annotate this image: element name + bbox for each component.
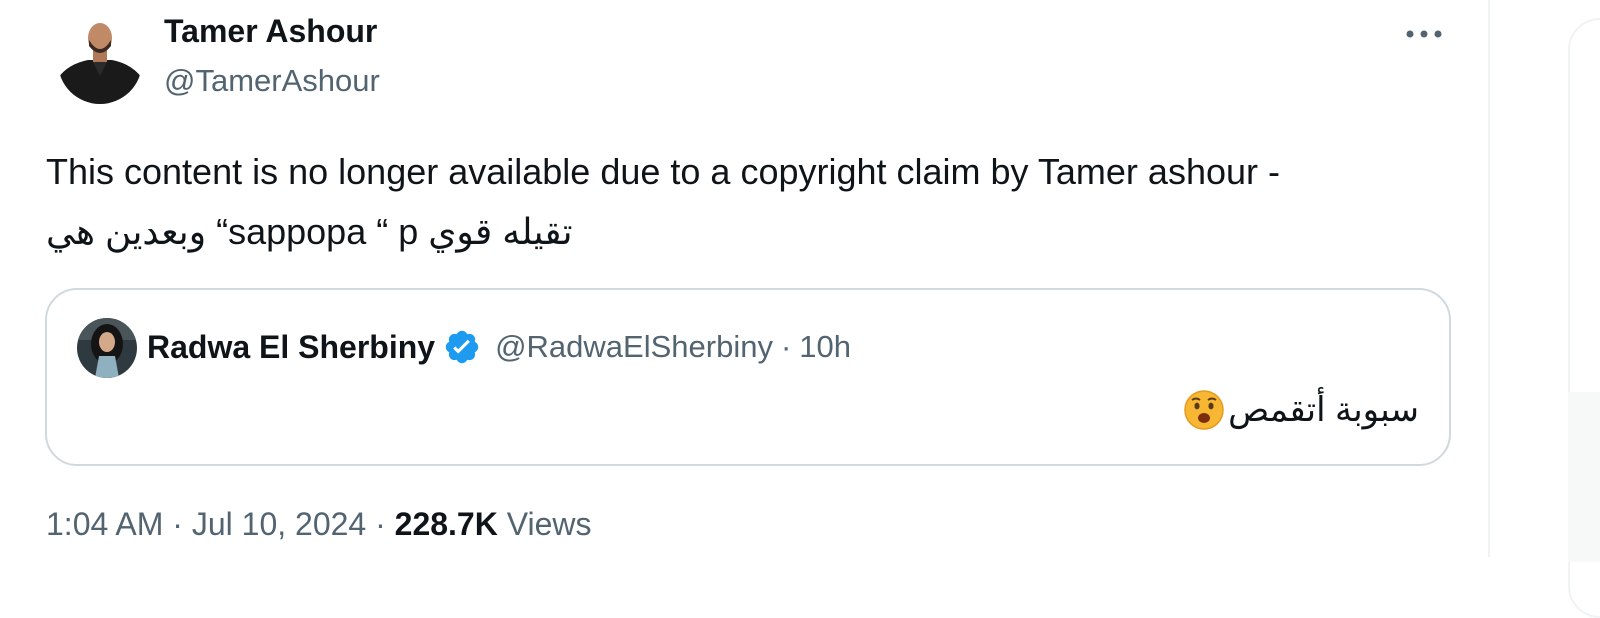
- quote-avatar-image: [77, 318, 137, 378]
- quote-text: سبوبة أتقمص: [1228, 391, 1419, 429]
- tweet-text: This content is no longer available due …: [46, 151, 1280, 252]
- more-options-button[interactable]: [1400, 14, 1448, 54]
- quote-author-avatar[interactable]: [77, 318, 137, 378]
- views-label: Views: [506, 506, 592, 542]
- meta-separator-dot: ·: [375, 506, 386, 542]
- views-count: 228.7K: [394, 506, 498, 542]
- quote-author-name[interactable]: Radwa El Sherbiny: [147, 329, 435, 366]
- tweet-timestamp[interactable]: 1:04 AM · Jul 10, 2024: [46, 506, 366, 542]
- quote-separator-dot: ·: [780, 329, 792, 364]
- quote-header: Radwa El Sherbiny @RadwaElSherbiny · 10h: [147, 326, 851, 368]
- tweet-meta: 1:04 AM · Jul 10, 2024 · 228.7K Views: [46, 506, 592, 543]
- author-avatar[interactable]: [58, 20, 142, 104]
- quote-text-row: سبوبة أتقمص: [1182, 388, 1419, 432]
- verified-badge-icon: [443, 328, 481, 366]
- quote-author-handle[interactable]: @RadwaElSherbiny: [495, 329, 773, 365]
- more-horizontal-icon: [1406, 30, 1442, 38]
- tweet-detail: Tamer Ashour @TamerAshour This content i…: [0, 0, 1490, 557]
- anguished-face-emoji-icon: [1182, 388, 1226, 432]
- quote-timestamp[interactable]: 10h: [799, 329, 851, 365]
- quoted-tweet[interactable]: Radwa El Sherbiny @RadwaElSherbiny · 10h…: [45, 288, 1451, 466]
- author-avatar-image: [58, 20, 142, 104]
- author-name[interactable]: Tamer Ashour: [164, 13, 377, 50]
- sidebar-panel-lower: [1568, 392, 1600, 562]
- author-handle[interactable]: @TamerAshour: [164, 63, 380, 99]
